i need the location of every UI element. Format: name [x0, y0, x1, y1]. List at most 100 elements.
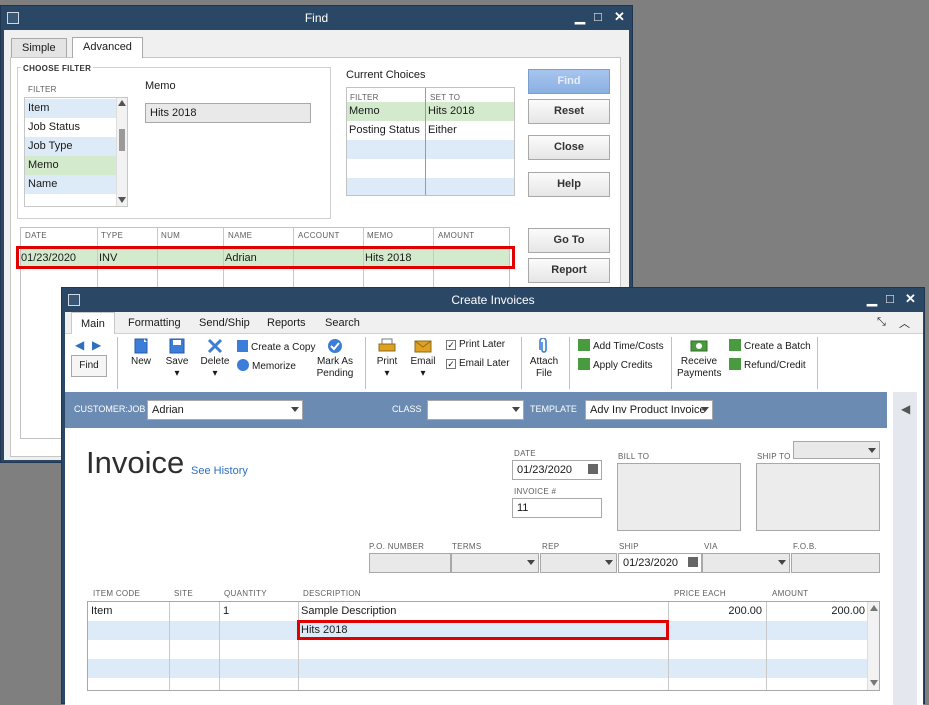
invoice-close-icon[interactable]: ✕: [905, 292, 916, 306]
col-type: TYPE: [101, 231, 124, 240]
col-memo: MEMO: [367, 231, 394, 240]
chevron-up-icon[interactable]: ︿: [899, 315, 910, 331]
line-row-1[interactable]: Item 1 Sample Description 200.00 200.00: [88, 602, 868, 621]
col-amount: AMOUNT: [772, 589, 809, 598]
choices-filter-header: FILTER: [350, 93, 379, 102]
close-button[interactable]: Close: [528, 135, 610, 160]
delete-label: Delete: [200, 356, 230, 367]
see-history-link[interactable]: See History: [191, 465, 248, 477]
rep-dropdown[interactable]: [540, 553, 617, 573]
tab-main[interactable]: Main: [71, 312, 115, 334]
class-dropdown[interactable]: [427, 400, 524, 420]
filter-item-name[interactable]: Name: [25, 175, 117, 194]
tab-formatting[interactable]: Formatting: [119, 312, 190, 334]
ship-to-box[interactable]: [756, 463, 880, 531]
po-number-input[interactable]: [369, 553, 451, 573]
choices-row-2[interactable]: Posting Status Either: [347, 121, 514, 140]
col-price-each: PRICE EACH: [674, 589, 726, 598]
result-memo: Hits 2018: [365, 252, 412, 264]
minimize-icon[interactable]: ▁: [575, 10, 585, 24]
bill-to-box[interactable]: [617, 463, 741, 531]
collapse-ribbon-icon[interactable]: ⤡: [877, 316, 886, 329]
tab-reports[interactable]: Reports: [258, 312, 315, 334]
help-button[interactable]: Help: [528, 172, 610, 197]
receive-payments-tool[interactable]: Receive Payments: [677, 338, 721, 380]
filter-list-scrollbar[interactable]: [116, 98, 127, 206]
chevron-left-icon[interactable]: ◀: [901, 402, 910, 416]
results-row[interactable]: 01/23/2020 INV Adrian Hits 2018: [21, 249, 509, 268]
tab-simple[interactable]: Simple: [11, 38, 67, 58]
customer-job-dropdown[interactable]: Adrian: [147, 400, 303, 420]
choices-row-5: [347, 178, 514, 195]
invoice-maximize-icon[interactable]: □: [886, 292, 894, 306]
scroll-up-icon[interactable]: [118, 100, 126, 106]
apply-credits-tool[interactable]: Apply Credits: [578, 358, 652, 371]
find-tool-button[interactable]: Find: [71, 355, 107, 377]
line-items-scrollbar[interactable]: [867, 602, 879, 690]
maximize-icon[interactable]: □: [594, 10, 602, 24]
side-panel-toggle[interactable]: ◀: [893, 392, 917, 705]
filter-item-job-status[interactable]: Job Status: [25, 118, 117, 137]
terms-dropdown[interactable]: [451, 553, 539, 573]
email-tool[interactable]: Email ▾: [407, 338, 439, 380]
choices-row-1[interactable]: Memo Hits 2018: [347, 102, 514, 121]
toolbar-sep-4: [569, 337, 570, 389]
scroll-down-icon[interactable]: [118, 197, 126, 203]
line-row-5[interactable]: [88, 678, 868, 690]
add-time-costs-tool[interactable]: Add Time/Costs: [578, 339, 664, 352]
refund-credit-tool[interactable]: Refund/Credit: [729, 358, 806, 371]
delete-x-icon: [207, 338, 223, 354]
line1-amount: 200.00: [831, 605, 865, 617]
find-button[interactable]: Find: [528, 69, 610, 94]
print-tool[interactable]: Print ▾: [371, 338, 403, 380]
new-tool[interactable]: New: [125, 338, 157, 368]
line-col-sep-2: [219, 602, 220, 690]
line-row-2[interactable]: Hits 2018: [88, 621, 868, 640]
create-copy-tool[interactable]: Create a Copy: [237, 340, 315, 353]
fob-input[interactable]: [791, 553, 880, 573]
ship-date-input[interactable]: 01/23/2020: [618, 553, 702, 573]
filter-item-job-type[interactable]: Job Type: [25, 137, 117, 156]
ship-to-label: SHIP TO: [757, 452, 791, 461]
result-date: 01/23/2020: [21, 252, 77, 264]
back-arrow-icon[interactable]: ◀: [75, 338, 84, 352]
email-later-checkbox[interactable]: ✓ Email Later: [446, 358, 510, 369]
tab-search[interactable]: Search: [316, 312, 369, 334]
system-menu-icon[interactable]: [7, 12, 19, 24]
line-row-4[interactable]: [88, 659, 868, 678]
print-later-checkbox[interactable]: ✓ Print Later: [446, 339, 505, 350]
attach-file-tool[interactable]: Attach File: [527, 338, 561, 380]
invoice-no-input[interactable]: 11: [512, 498, 602, 518]
reset-button[interactable]: Reset: [528, 99, 610, 124]
tab-advanced[interactable]: Advanced: [72, 37, 143, 58]
mark-as-pending-tool[interactable]: Mark As Pending: [315, 338, 355, 380]
calendar-icon[interactable]: [588, 464, 598, 474]
calendar-icon[interactable]: [688, 557, 698, 567]
toolbar-sep-5: [671, 337, 672, 389]
close-icon[interactable]: ✕: [614, 10, 625, 24]
create-batch-tool[interactable]: Create a Batch: [729, 339, 811, 352]
ship-to-dropdown[interactable]: [793, 441, 880, 459]
delete-tool[interactable]: Delete ▾: [199, 338, 231, 380]
scroll-down-icon[interactable]: [870, 680, 878, 686]
template-dropdown[interactable]: Adv Inv Product Invoice: [585, 400, 713, 420]
invoice-system-menu-icon[interactable]: [68, 294, 80, 306]
date-input[interactable]: 01/23/2020: [512, 460, 602, 480]
line-col-sep-1: [169, 602, 170, 690]
forward-arrow-icon[interactable]: ▶: [92, 338, 101, 352]
scroll-thumb[interactable]: [119, 129, 125, 151]
invoice-minimize-icon[interactable]: ▁: [867, 292, 877, 306]
filter-item-item[interactable]: Item: [25, 99, 117, 118]
tab-send-ship[interactable]: Send/Ship: [190, 312, 259, 334]
report-button[interactable]: Report: [528, 258, 610, 283]
copy-icon: [237, 340, 248, 352]
goto-button[interactable]: Go To: [528, 228, 610, 253]
memo-input[interactable]: Hits 2018: [145, 103, 311, 123]
save-tool[interactable]: Save ▾: [161, 338, 193, 380]
via-dropdown[interactable]: [702, 553, 790, 573]
memorize-tool[interactable]: Memorize: [237, 359, 296, 372]
filter-item-memo[interactable]: Memo: [25, 156, 117, 175]
filter-list[interactable]: Item Job Status Job Type Memo Name: [24, 97, 128, 207]
scroll-up-icon[interactable]: [870, 605, 878, 611]
line-row-3[interactable]: [88, 640, 868, 659]
